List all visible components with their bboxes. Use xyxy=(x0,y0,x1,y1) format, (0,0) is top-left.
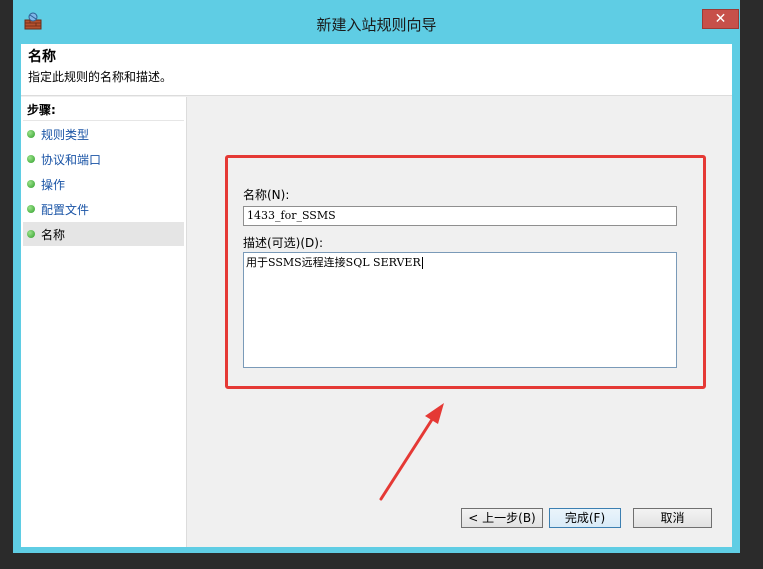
annotation-arrow-icon xyxy=(379,403,444,501)
